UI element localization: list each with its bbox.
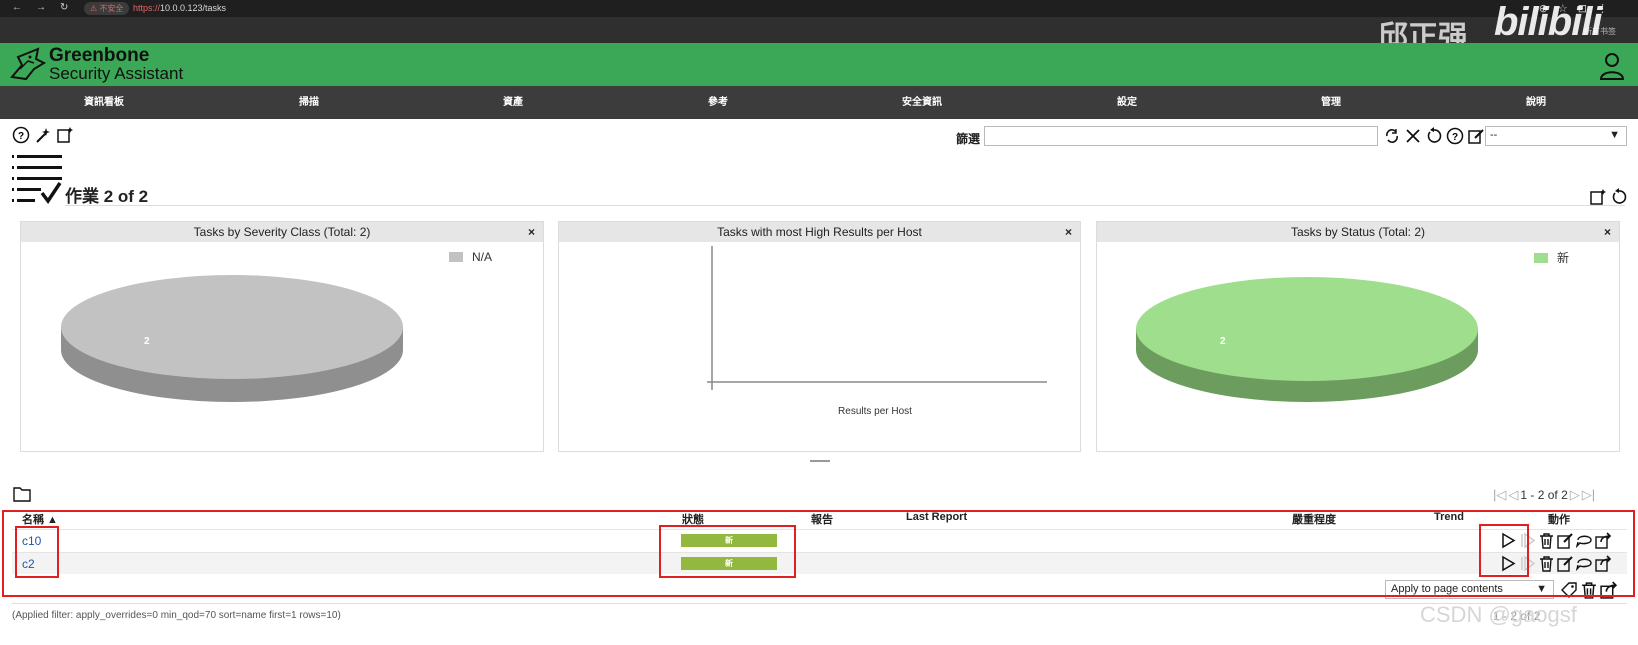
chart-header: Tasks by Severity Class (Total: 2) × [21, 222, 543, 242]
high-results-chart-panel: Tasks with most High Results per Host × … [558, 221, 1081, 452]
pie-slice-label: 2 [144, 336, 150, 347]
filter-select[interactable]: -- ▼ [1485, 126, 1627, 146]
menu-item-configuration[interactable]: 設定 [1067, 86, 1187, 119]
svg-text:?: ? [1452, 132, 1458, 143]
first-page-icon[interactable]: |◁ [1493, 487, 1506, 503]
pagination-label: 1 - 2 of 2 [1520, 488, 1568, 502]
pie-top-na [61, 275, 403, 379]
bilibili-watermark: bilibili [1494, 0, 1603, 44]
filter-actions: ? [1383, 127, 1485, 145]
refresh-filter-icon[interactable] [1383, 127, 1401, 145]
legend-label: N/A [472, 250, 492, 264]
filter-input[interactable] [984, 126, 1378, 146]
dashboard-tools [1589, 188, 1628, 206]
annotation-box-status [659, 525, 796, 578]
annotation-box-table [2, 510, 1635, 597]
status-chart-panel: Tasks by Status (Total: 2) × 2 新 [1096, 221, 1620, 452]
browser-window: ← → ↻ ⚠ 不安全 https://10.0.0.123/tasks ⊕☆⊡… [0, 0, 1638, 645]
edit-filter-icon[interactable] [1467, 127, 1485, 145]
chart-header: Tasks by Status (Total: 2) × [1097, 222, 1619, 242]
main-menu: 資訊看板 掃描 資產 參考 安全資訊 設定 管理 說明 [0, 86, 1638, 119]
severity-chart-panel: Tasks by Severity Class (Total: 2) × 2 N… [20, 221, 544, 452]
pie-slice-new[interactable] [1136, 277, 1478, 402]
back-icon[interactable]: ← [12, 2, 22, 13]
tasks-list-icon [12, 155, 62, 205]
annotation-box-start [1479, 524, 1529, 577]
new-task-icon[interactable] [56, 126, 74, 144]
pie-slice-label: 2 [1220, 336, 1226, 347]
menu-item-resilience[interactable]: 參考 [658, 86, 778, 119]
forward-icon[interactable]: → [36, 2, 46, 13]
severity-pie-chart: 2 N/A [61, 250, 492, 402]
csdn-watermark: CSDN @gaogsf [1420, 602, 1577, 627]
wizard-icon[interactable] [34, 126, 52, 144]
user-icon[interactable] [1599, 52, 1625, 80]
close-icon[interactable]: × [1065, 222, 1072, 242]
chart-title: Tasks by Status (Total: 2) [1290, 225, 1426, 239]
filter-select-value: -- [1490, 129, 1498, 141]
app-title: Greenbone [49, 45, 150, 66]
pie-top-new [1136, 277, 1478, 381]
url-path: 10.0.0.123/tasks [160, 3, 227, 13]
menu-item-secinfo[interactable]: 安全資訊 [862, 86, 982, 119]
menu-item-help[interactable]: 說明 [1476, 86, 1596, 119]
reset-dashboard-icon[interactable] [1610, 188, 1628, 206]
x-axis-label: Results per Host [838, 406, 912, 417]
page-title: 作業 2 of 2 [65, 187, 149, 206]
high-results-bar-chart: Results per Host [707, 246, 1047, 417]
legend-swatch [449, 252, 463, 262]
reload-icon[interactable]: ↻ [60, 2, 68, 13]
table-footer-divider [12, 603, 1627, 604]
add-dashboard-item-icon[interactable] [1589, 188, 1607, 206]
folder-icon[interactable] [13, 486, 31, 502]
last-page-icon[interactable]: ▷| [1582, 487, 1595, 503]
annotation-box-names [15, 526, 59, 578]
chart-title: Tasks with most High Results per Host [717, 225, 922, 239]
browser-chrome: ← → ↻ ⚠ 不安全 https://10.0.0.123/tasks ⊕☆⊡… [0, 0, 1638, 54]
filter-label: 篩選 [956, 132, 981, 146]
clear-filter-icon[interactable] [1404, 127, 1422, 145]
pagination-top: |◁ ◁ 1 - 2 of 2 ▷ ▷| [1493, 487, 1595, 503]
chevron-down-icon: ▼ [1609, 129, 1620, 141]
greenbone-logo-icon[interactable] [8, 47, 48, 83]
menu-item-administration[interactable]: 管理 [1271, 86, 1391, 119]
pie-slice-na[interactable] [61, 275, 403, 402]
app-subtitle: Security Assistant [49, 64, 184, 83]
close-icon[interactable]: × [1604, 222, 1611, 242]
legend-swatch [1534, 253, 1548, 263]
reset-filter-icon[interactable] [1425, 127, 1443, 145]
menu-item-assets[interactable]: 資產 [453, 86, 573, 119]
close-icon[interactable]: × [528, 222, 535, 242]
chart-header: Tasks with most High Results per Host × [559, 222, 1080, 242]
security-label: 不安全 [99, 4, 124, 13]
filter-help-icon[interactable]: ? [1446, 127, 1464, 145]
heading-divider [65, 205, 1625, 206]
next-page-icon[interactable]: ▷ [1570, 487, 1580, 503]
security-badge[interactable]: ⚠ 不安全 [84, 2, 130, 15]
legend-label: 新 [1557, 250, 1569, 265]
menu-item-scans[interactable]: 掃描 [249, 86, 369, 119]
applied-filter-text: (Applied filter: apply_overrides=0 min_q… [12, 610, 341, 621]
app-header: Greenbone Security Assistant [0, 43, 1638, 86]
prev-page-icon[interactable]: ◁ [1508, 487, 1518, 503]
page-toolbar: ? [12, 126, 74, 144]
menu-item-dashboards[interactable]: 資訊看板 [44, 86, 164, 119]
dashboard-resize-handle[interactable] [810, 460, 830, 462]
status-pie-chart: 2 新 [1136, 250, 1569, 402]
address-bar[interactable]: https://10.0.0.123/tasks [133, 3, 226, 13]
svg-text:?: ? [18, 131, 24, 142]
chart-title: Tasks by Severity Class (Total: 2) [193, 225, 371, 239]
help-icon[interactable]: ? [12, 126, 30, 144]
url-scheme: https:// [133, 3, 161, 13]
